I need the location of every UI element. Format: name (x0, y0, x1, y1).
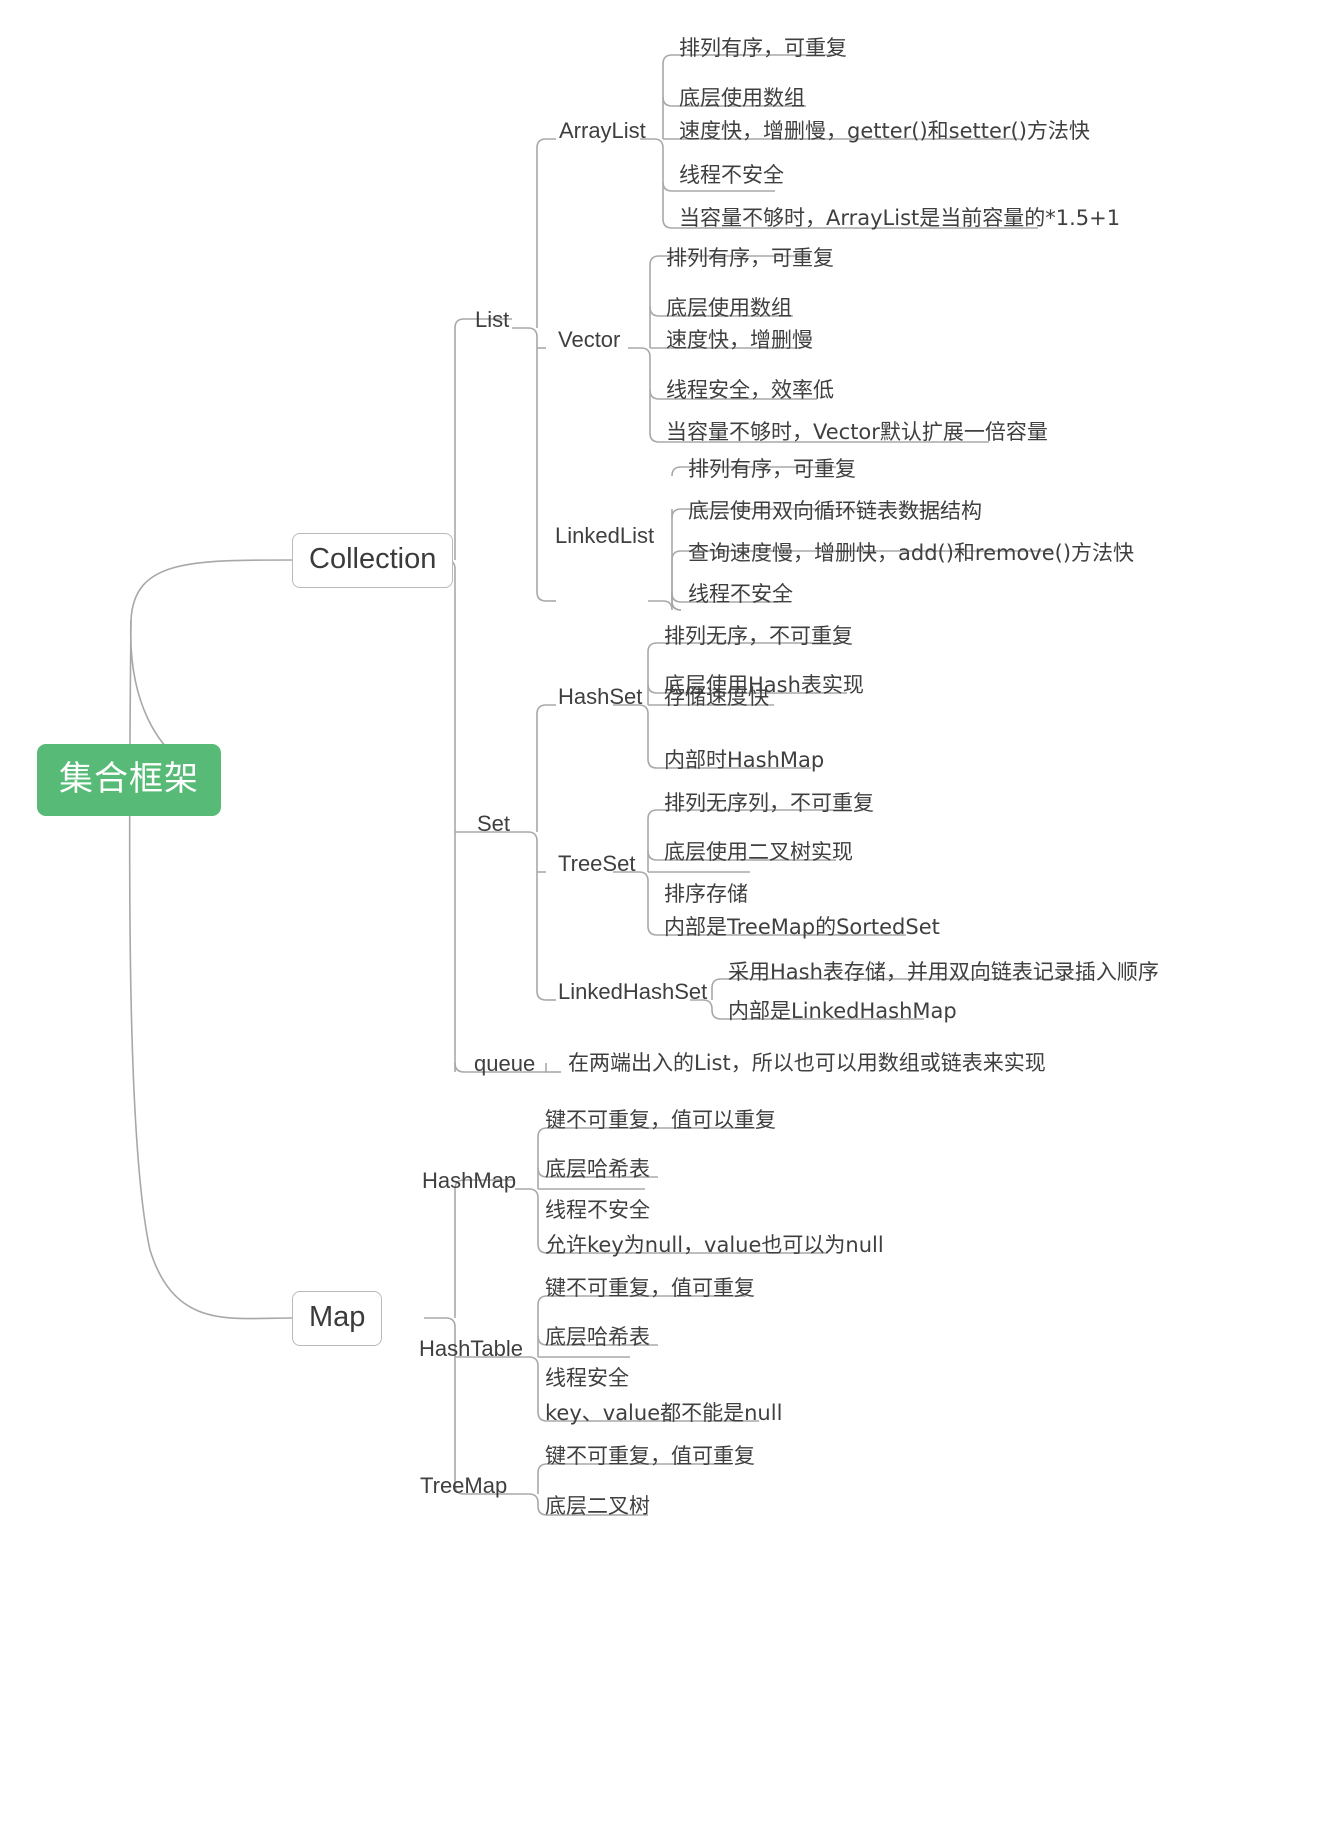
leaf-treeset-4[interactable]: 内部是TreeMap的SortedSet (659, 917, 945, 943)
node-arraylist[interactable]: ArrayList (553, 120, 652, 147)
node-treemap[interactable]: TreeMap (414, 1475, 513, 1502)
branch-node-collection[interactable]: Collection (292, 533, 454, 588)
connector-lines (128, 54, 1085, 1516)
node-set[interactable]: Set (471, 813, 516, 840)
leaf-hashtable-3[interactable]: 线程安全 (540, 1368, 634, 1394)
leaf-treemap-2[interactable]: 底层二叉树 (540, 1496, 655, 1522)
leaf-linkedhashset-2[interactable]: 内部是LinkedHashMap (723, 1001, 962, 1027)
leaf-arraylist-1[interactable]: 排列有序，可重复 (674, 38, 852, 64)
leaf-queue-1[interactable]: 在两端出入的List，所以也可以用数组或链表来实现 (563, 1053, 1051, 1079)
leaf-hashset-4[interactable]: 内部时HashMap (659, 750, 829, 776)
leaf-hashset-1[interactable]: 排列无序，不可重复 (659, 626, 858, 652)
node-list[interactable]: List (469, 309, 515, 336)
leaf-hashset-3[interactable]: 存储速度快 (659, 687, 774, 713)
leaf-hashmap-4[interactable]: 允许key为null，value也可以为null (540, 1235, 889, 1261)
mindmap-canvas: 集合框架 Collection Map List Set queue Array… (0, 0, 1320, 1831)
leaf-hashtable-2[interactable]: 底层哈希表 (540, 1327, 655, 1353)
node-treeset[interactable]: TreeSet (552, 853, 641, 880)
leaf-linkedhashset-1[interactable]: 采用Hash表存储，并用双向链表记录插入顺序 (723, 962, 1164, 988)
leaf-treeset-1[interactable]: 排列无序列，不可重复 (659, 793, 879, 819)
leaf-linkedlist-4[interactable]: 线程不安全 (683, 584, 798, 610)
node-linkedlist[interactable]: LinkedList (549, 525, 660, 552)
leaf-hashtable-4[interactable]: key、value都不能是null (540, 1403, 787, 1429)
leaf-vector-4[interactable]: 线程安全，效率低 (661, 380, 839, 406)
leaf-treeset-3[interactable]: 排序存储 (659, 884, 753, 910)
node-vector[interactable]: Vector (552, 329, 626, 356)
node-hashmap[interactable]: HashMap (416, 1170, 522, 1197)
leaf-hashmap-1[interactable]: 键不可重复，值可以重复 (540, 1110, 781, 1136)
leaf-treemap-1[interactable]: 键不可重复，值可重复 (540, 1446, 760, 1472)
node-linkedhashset[interactable]: LinkedHashSet (552, 981, 713, 1008)
node-queue[interactable]: queue (468, 1053, 541, 1080)
node-hashtable[interactable]: HashTable (413, 1338, 529, 1365)
leaf-arraylist-5[interactable]: 当容量不够时，ArrayList是当前容量的*1.5+1 (674, 208, 1125, 234)
node-hashset[interactable]: HashSet (552, 686, 648, 713)
leaf-vector-3[interactable]: 速度快，增删慢 (661, 330, 818, 356)
branch-node-map[interactable]: Map (292, 1291, 383, 1346)
leaf-hashtable-1[interactable]: 键不可重复，值可重复 (540, 1278, 760, 1304)
root-node[interactable]: 集合框架 (37, 744, 221, 816)
leaf-hashmap-2[interactable]: 底层哈希表 (540, 1159, 655, 1185)
leaf-treeset-2[interactable]: 底层使用二叉树实现 (659, 842, 858, 868)
leaf-hashmap-3[interactable]: 线程不安全 (540, 1200, 655, 1226)
leaf-arraylist-4[interactable]: 线程不安全 (674, 165, 789, 191)
leaf-vector-5[interactable]: 当容量不够时，Vector默认扩展一倍容量 (661, 422, 1053, 448)
leaf-linkedlist-2[interactable]: 底层使用双向循环链表数据结构 (683, 501, 987, 527)
leaf-vector-2[interactable]: 底层使用数组 (661, 298, 797, 324)
leaf-vector-1[interactable]: 排列有序，可重复 (661, 248, 839, 274)
leaf-linkedlist-3[interactable]: 查询速度慢，增删快，add()和remove()方法快 (683, 543, 1139, 569)
leaf-arraylist-3[interactable]: 速度快，增删慢，getter()和setter()方法快 (674, 121, 1095, 147)
leaf-linkedlist-1[interactable]: 排列有序，可重复 (683, 459, 861, 485)
leaf-arraylist-2[interactable]: 底层使用数组 (674, 88, 810, 114)
